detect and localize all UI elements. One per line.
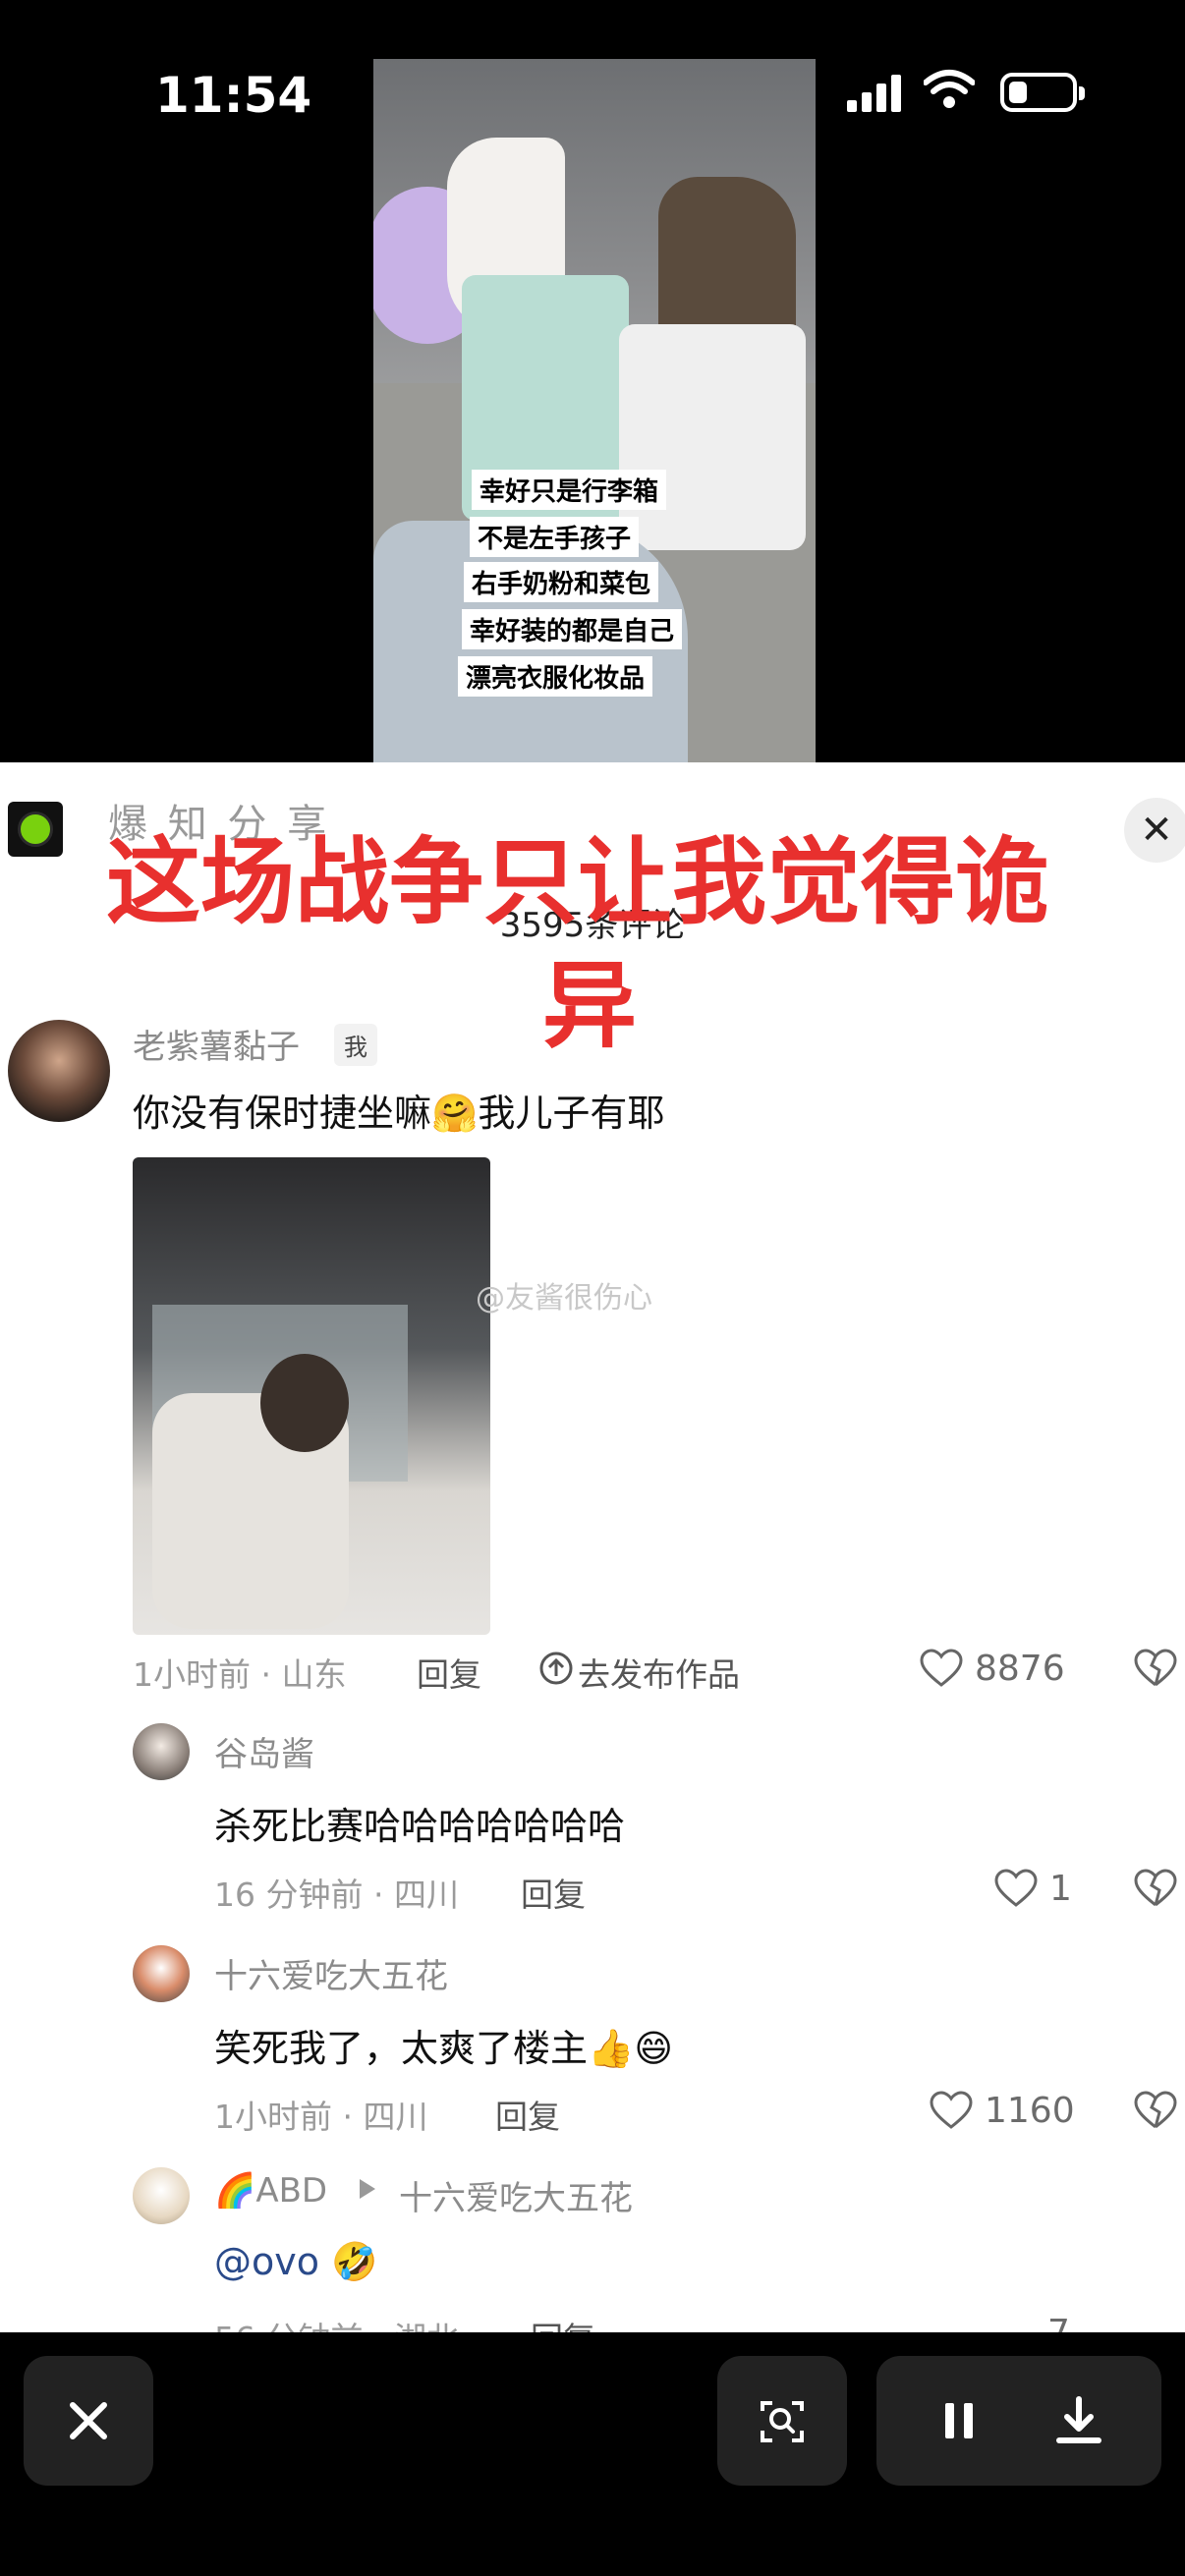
comment-meta: 56 分钟前 · 湖北 bbox=[214, 2313, 459, 2332]
video-frame[interactable]: 幸好只是行李箱 不是左手孩子 右手奶粉和菜包 幸好装的都是自己 漂亮衣服化妆品 bbox=[373, 59, 816, 762]
overlay-caption-line2: 异 bbox=[542, 951, 637, 1061]
comment-username[interactable]: 🌈ABD bbox=[214, 2171, 327, 2211]
download-button[interactable] bbox=[1053, 2395, 1104, 2446]
video-caption: 幸好只是行李箱 bbox=[472, 470, 667, 510]
me-tag: 我 bbox=[334, 1024, 377, 1066]
publish-work-button[interactable]: 去发布作品 bbox=[578, 1649, 740, 1696]
download-icon bbox=[1056, 2396, 1101, 2443]
close-icon bbox=[70, 2402, 107, 2439]
like-count: 1 bbox=[1049, 1869, 1072, 1909]
reply-to-username[interactable]: 十六爱吃大五花 bbox=[399, 2171, 633, 2219]
avatar[interactable] bbox=[133, 1945, 190, 2002]
wifi-icon bbox=[923, 69, 976, 114]
like-count: 1160 bbox=[985, 2091, 1075, 2131]
pause-icon bbox=[945, 2403, 973, 2438]
lens-search-icon bbox=[761, 2401, 804, 2442]
broken-heart-icon[interactable] bbox=[1134, 2091, 1177, 2130]
comment-meta: 16 分钟前 · 四川 bbox=[214, 1876, 459, 1914]
broken-heart-icon[interactable] bbox=[1134, 1649, 1177, 1688]
comment-meta: 1小时前 · 山东 bbox=[133, 1655, 347, 1694]
heart-icon[interactable] bbox=[920, 1649, 963, 1688]
battery-icon bbox=[1000, 73, 1085, 112]
comment-photo[interactable] bbox=[133, 1157, 490, 1635]
comment-meta: 1小时前 · 四川 bbox=[214, 2098, 428, 2136]
comment-text: @ovo 🤣 bbox=[214, 2240, 378, 2283]
video-caption: 不是左手孩子 bbox=[470, 517, 640, 557]
comment-username[interactable]: 谷岛酱 bbox=[214, 1727, 314, 1775]
reply-button[interactable]: 回复 bbox=[521, 1869, 586, 1916]
like-count: 7 bbox=[1047, 2313, 1070, 2332]
status-time: 11:54 bbox=[155, 67, 312, 124]
reply-arrow-icon bbox=[360, 2179, 375, 2199]
signal-icon bbox=[847, 73, 902, 112]
video-caption: 幸好装的都是自己 bbox=[462, 609, 683, 649]
broken-heart-icon[interactable] bbox=[1134, 1869, 1177, 1908]
comments-panel: 爆 知 分 享 3595条评论 这场战争只让我觉得诡 异 ✕ 老紫薯黏子 我 你… bbox=[0, 762, 1185, 2332]
comment-username[interactable]: 老紫薯黏子 bbox=[133, 1020, 300, 1068]
bottom-toolbar bbox=[0, 2332, 1185, 2576]
playback-controls bbox=[876, 2356, 1161, 2486]
comment-text: 杀死比赛哈哈哈哈哈哈哈 bbox=[214, 1805, 626, 1848]
avatar[interactable] bbox=[8, 1020, 110, 1122]
comment-username[interactable]: 十六爱吃大五花 bbox=[214, 1949, 448, 1997]
video-caption: 漂亮衣服化妆品 bbox=[458, 656, 653, 697]
heart-icon[interactable] bbox=[994, 1869, 1038, 1908]
upload-circle-icon bbox=[538, 1651, 574, 1686]
like-count: 8876 bbox=[975, 1649, 1065, 1689]
avatar[interactable] bbox=[133, 2167, 190, 2224]
avatar[interactable] bbox=[133, 1723, 190, 1780]
close-button[interactable] bbox=[24, 2356, 153, 2486]
reply-button[interactable]: 回复 bbox=[531, 2313, 595, 2332]
child-head bbox=[260, 1354, 349, 1452]
close-comments-button[interactable]: ✕ bbox=[1124, 798, 1185, 863]
white-suitcase bbox=[619, 324, 806, 550]
reply-button[interactable]: 回复 bbox=[495, 2091, 560, 2138]
heart-icon[interactable] bbox=[930, 2091, 973, 2130]
video-caption: 右手奶粉和菜包 bbox=[464, 562, 659, 602]
lens-search-button[interactable] bbox=[717, 2356, 847, 2486]
comment-text: 你没有保时捷坐嘛🤗我儿子有耶 bbox=[133, 1092, 665, 1135]
watermark-text: @友酱很伤心 bbox=[476, 1281, 652, 1316]
comment-text: 笑死我了，太爽了楼主👍😄 bbox=[214, 2027, 673, 2070]
pause-button[interactable] bbox=[935, 2397, 983, 2444]
app-icon[interactable] bbox=[8, 802, 63, 857]
reply-button[interactable]: 回复 bbox=[417, 1649, 481, 1696]
overlay-caption-line1: 这场战争只让我觉得诡 bbox=[106, 827, 1049, 937]
